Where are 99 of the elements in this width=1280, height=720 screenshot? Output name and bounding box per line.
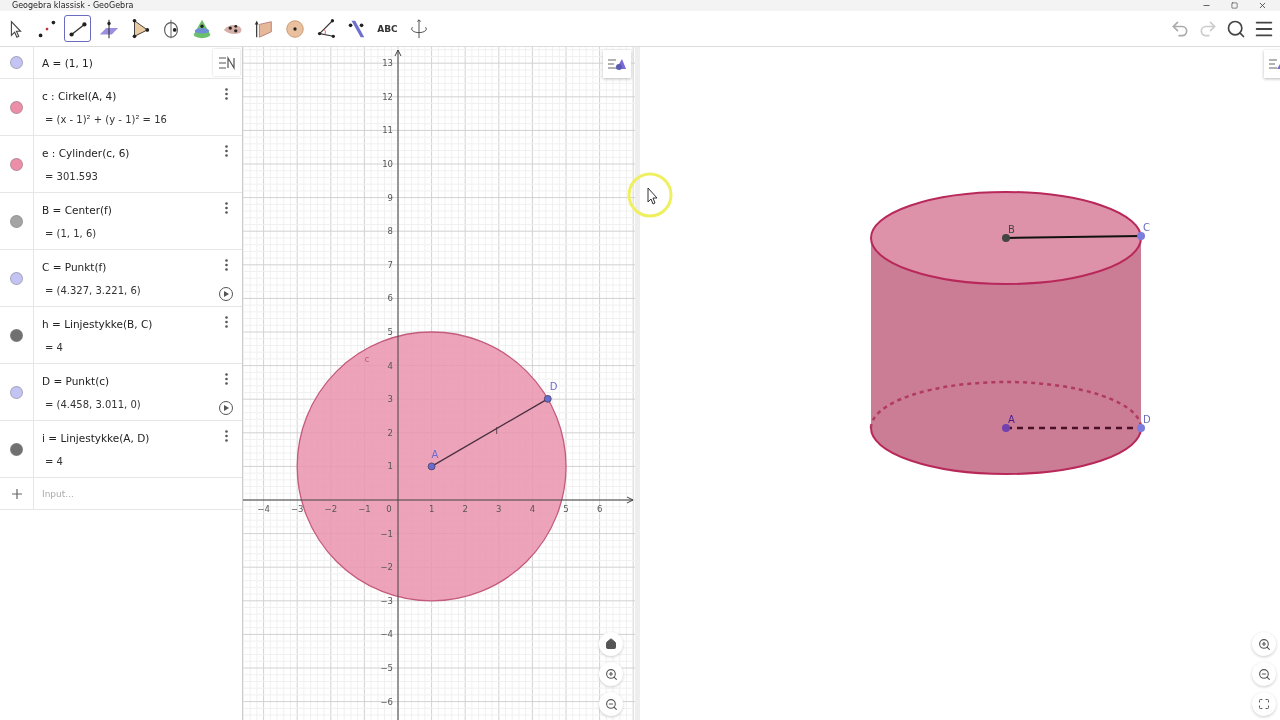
zoom-in-button[interactable] [1252,632,1276,656]
color-dot[interactable] [10,56,23,69]
play-button[interactable] [219,401,233,415]
algebra-row[interactable]: c : Cirkel(A, 4) = (x - 1)² + (y - 1)² = 16 [0,79,242,136]
color-dot[interactable] [10,328,23,342]
axis-label: −2 [380,562,393,573]
axis-label: 1 [428,504,435,514]
home-button[interactable] [599,632,623,656]
axis-label: −4 [257,504,270,514]
axis-label: −6 [380,696,393,707]
axis-label: −2 [324,504,338,514]
more-icon [224,88,228,100]
plane-icon [97,17,120,40]
point-label: A [1008,414,1015,425]
algebra-row[interactable]: B = Center(f) = (1, 1, 6) [0,193,242,250]
sphere-icon [283,17,306,40]
zoom-out-icon [604,697,618,711]
axis-label: 4 [387,360,393,371]
sort-icon[interactable] [213,49,240,76]
value-text: = 4 [44,455,63,467]
color-dot[interactable] [10,100,23,114]
play-icon [223,405,229,411]
axis-label: 7 [387,259,393,270]
axis-label: 2 [462,504,468,514]
definition-text: A = (1, 1) [42,56,93,69]
zoom-in-button[interactable] [599,662,623,686]
value-text: = (1, 1, 6) [44,227,97,239]
zoom-in-icon [604,667,618,681]
color-dot[interactable] [10,214,23,228]
axis-label: 6 [596,504,603,514]
style-bar-button[interactable] [603,50,631,78]
more-icon [224,259,228,271]
axis-label: 13 [382,58,393,69]
more-icon [224,373,228,385]
algebra-row[interactable]: C = Punkt(f) = (4.327, 3.221, 6) [0,250,242,307]
value-text: = 301.593 [44,170,98,182]
value-text: = (4.327, 3.221, 6) [44,284,141,296]
axis-label: 0 [386,504,392,514]
more-icon [224,202,228,214]
axis-label: 6 [387,293,393,304]
definition-text: C = Punkt(f) [42,260,107,273]
algebra-row[interactable]: e : Cylinder(c, 6) = 301.593 [0,136,242,193]
axis-label: 10 [382,159,393,169]
axis-label: −1 [380,528,393,539]
axis-label: 1 [387,461,393,472]
axis-label: 5 [563,504,569,514]
algebra-row[interactable]: h = Linjestykke(B, C) = 4 [0,307,242,364]
definition-text: c : Cirkel(A, 4) [42,89,117,102]
definition-text: B = Center(f) [42,203,112,216]
window-title: Geogebra klassisk - GeoGebra [12,0,135,11]
axis-label: 11 [382,125,393,136]
zoom-in-icon [1257,637,1271,651]
definition-text: h = Linjestykke(B, C) [42,317,153,330]
play-button[interactable] [219,287,233,301]
value-text: = 4 [44,341,63,353]
axis-label: 12 [382,91,393,102]
zoom-out-button[interactable] [599,692,623,716]
tool-button[interactable] [64,15,91,42]
axis-label: −5 [380,663,393,673]
play-icon [223,291,229,297]
axis-label: 3 [496,504,502,514]
axis-label: −3 [290,504,304,514]
axis-label: −1 [358,504,371,514]
color-dot[interactable] [10,157,23,171]
axis-label: 2 [387,427,393,438]
axis-label: 5 [387,327,393,337]
fullscreen-button[interactable] [1252,692,1276,716]
color-dot[interactable] [10,271,23,285]
point-label: C [1143,222,1150,233]
segment-label: i [495,426,498,437]
axis-label: −3 [380,595,393,606]
color-dot[interactable] [10,385,23,399]
home-icon [605,638,617,650]
point [544,395,552,403]
zoom-out-button[interactable] [1252,662,1276,686]
axis-label: 9 [387,192,393,203]
color-dot[interactable] [10,442,23,456]
axis-label: −4 [380,629,393,640]
point-label: D [1143,414,1151,425]
more-icon [224,430,228,442]
style-icon [607,57,627,71]
point-label: A [431,449,439,461]
zoom-out-icon [1257,667,1271,681]
value-text: = (4.458, 3.011, 0) [44,398,141,410]
definition-text: e : Cylinder(c, 6) [42,146,130,159]
fullscreen-icon [1258,698,1270,710]
value-text: = (x - 1)² + (y - 1)² = 16 [44,113,167,125]
circle-label: c [364,354,370,365]
algebra-row[interactable]: D = Punkt(c) = (4.458, 3.011, 0) [0,364,242,421]
point-label: D [549,380,558,392]
point [427,462,436,471]
definition-text: D = Punkt(c) [42,374,110,387]
more-icon [224,316,228,328]
axis-label: 3 [387,394,393,405]
axis-label: 8 [387,226,393,237]
axis-label: 4 [529,504,536,514]
more-icon [224,145,228,157]
definition-text: i = Linjestykke(A, D) [42,431,150,444]
point-label: B [1008,224,1015,235]
